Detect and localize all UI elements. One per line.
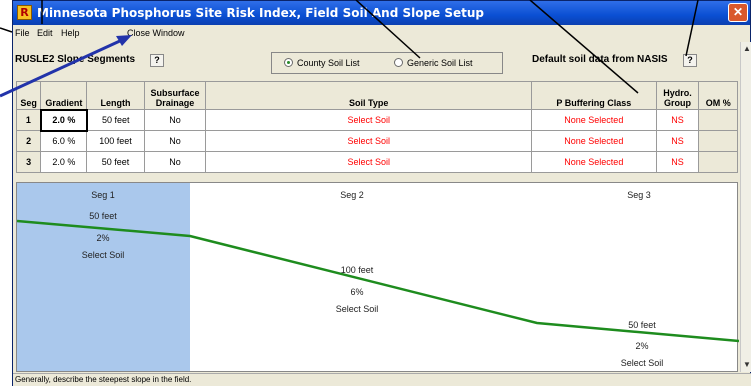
menu-help[interactable]: Help <box>61 28 80 38</box>
table-row: 1 2.0 % 50 feet No Select Soil None Sele… <box>15 108 738 132</box>
window-title: Minnesota Phosphorus Site Risk Index, Fi… <box>37 6 485 20</box>
app-icon: R <box>17 5 32 20</box>
header-seg: Seg <box>15 81 42 110</box>
soil-type-cell[interactable]: Select Soil <box>205 109 533 131</box>
header-gradient: Gradient <box>40 81 88 110</box>
header-om: OM % <box>698 81 738 110</box>
nasis-label: Default soil data from NASIS <box>532 54 668 65</box>
radio-county-soil-list[interactable]: County Soil List <box>284 58 360 68</box>
length-cell[interactable]: 50 feet <box>86 151 145 173</box>
header-hydro-group: Hydro. Group <box>655 81 700 110</box>
om-cell[interactable] <box>698 130 738 152</box>
scroll-up-arrow-icon[interactable]: ▲ <box>742 43 751 55</box>
seg3-soil: Select Soil <box>620 358 664 368</box>
menu-bar: File Edit Help Close Window <box>13 25 750 42</box>
drainage-cell[interactable]: No <box>143 109 207 131</box>
header-drainage: Subsurface Drainage <box>143 81 207 110</box>
seg2-soil: Select Soil <box>335 304 379 314</box>
main-window: R Minnesota Phosphorus Site Risk Index, … <box>12 0 751 386</box>
hydro-group-cell[interactable]: NS <box>655 130 700 152</box>
status-text: Generally, describe the steepest slope i… <box>15 375 192 384</box>
drainage-cell[interactable]: No <box>143 151 207 173</box>
radio-generic-soil-list[interactable]: Generic Soil List <box>394 58 473 68</box>
p-buffering-cell[interactable]: None Selected <box>531 130 657 152</box>
status-bar: Generally, describe the steepest slope i… <box>13 373 751 386</box>
radio-label: Generic Soil List <box>407 58 473 68</box>
menu-file[interactable]: File <box>15 28 30 38</box>
gradient-cell[interactable]: 2.0 % <box>40 151 88 173</box>
menu-close-window[interactable]: Close Window <box>127 28 185 38</box>
nasis-help-button[interactable]: ? <box>683 54 697 67</box>
header-p-buffering: P Buffering Class <box>531 81 657 110</box>
toolbar: RUSLE2 Slope Segments ? County Soil List… <box>13 42 740 80</box>
seg3-length: 50 feet <box>628 320 656 330</box>
table-row: 2 6.0 % 100 feet No Select Soil None Sel… <box>15 130 738 152</box>
p-buffering-cell[interactable]: None Selected <box>531 151 657 173</box>
hydro-group-cell[interactable]: NS <box>655 109 700 131</box>
title-bar[interactable]: R Minnesota Phosphorus Site Risk Index, … <box>13 1 750 25</box>
length-cell[interactable]: 100 feet <box>86 130 145 152</box>
seg2-name: Seg 2 <box>340 190 364 200</box>
p-buffering-cell[interactable]: None Selected <box>531 109 657 131</box>
annotation-line <box>0 27 13 33</box>
drainage-cell[interactable]: No <box>143 130 207 152</box>
slope-profile-graphic <box>17 219 739 343</box>
seg-cell: 3 <box>15 151 42 173</box>
seg1-slope: 2% <box>96 233 110 243</box>
radio-dot <box>394 58 403 67</box>
gradient-cell[interactable]: 2.0 % <box>39 108 88 132</box>
scroll-down-arrow-icon[interactable]: ▼ <box>742 359 751 371</box>
seg-cell: 2 <box>15 130 42 152</box>
seg-cell: 1 <box>15 109 42 131</box>
vertical-scrollbar[interactable]: ▲ ▼ <box>740 42 751 372</box>
radio-label: County Soil List <box>297 58 360 68</box>
seg3-slope: 2% <box>635 341 649 351</box>
table-row: 3 2.0 % 50 feet No Select Soil None Sele… <box>15 151 738 173</box>
soil-type-cell[interactable]: Select Soil <box>205 151 533 173</box>
segments-help-button[interactable]: ? <box>150 54 164 67</box>
menu-edit[interactable]: Edit <box>37 28 53 38</box>
length-cell[interactable]: 50 feet <box>86 109 145 131</box>
radio-dot-selected <box>284 58 293 67</box>
header-length: Length <box>86 81 145 110</box>
gradient-cell[interactable]: 6.0 % <box>40 130 88 152</box>
close-button[interactable]: ✕ <box>728 3 748 22</box>
hydro-group-cell[interactable]: NS <box>655 151 700 173</box>
soil-type-cell[interactable]: Select Soil <box>205 130 533 152</box>
segment-table: Seg Gradient Length Subsurface Drainage … <box>15 81 738 173</box>
seg3-name: Seg 3 <box>627 190 651 200</box>
seg2-slope: 6% <box>350 287 364 297</box>
slope-profile-panel[interactable]: Seg 1 50 feet 2% Select Soil Seg 2 100 f… <box>16 182 739 372</box>
seg2-length: 100 feet <box>340 265 374 275</box>
om-cell[interactable] <box>698 109 738 131</box>
soil-list-group: County Soil List Generic Soil List <box>271 52 503 74</box>
seg1-soil: Select Soil <box>81 250 125 260</box>
seg1-length: 50 feet <box>89 211 117 221</box>
seg1-name: Seg 1 <box>91 190 115 200</box>
header-soil-type: Soil Type <box>205 81 533 110</box>
om-cell[interactable] <box>698 151 738 173</box>
slope-segments-title: RUSLE2 Slope Segments <box>15 54 136 65</box>
